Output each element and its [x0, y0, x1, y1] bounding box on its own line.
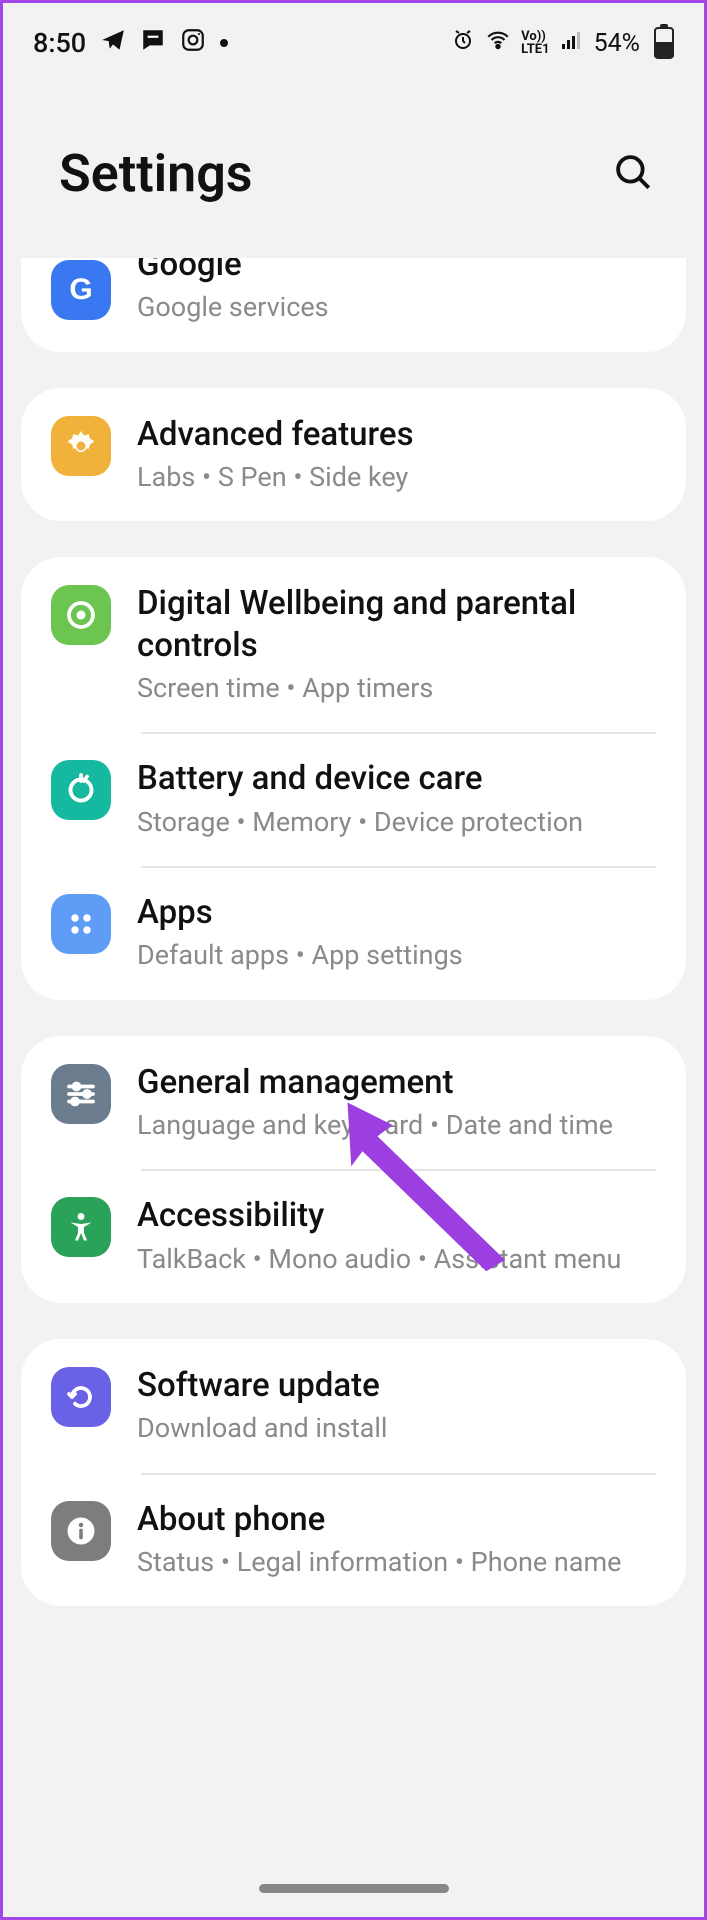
item-advanced-features[interactable]: Advanced features Labs • S Pen • Side ke…: [21, 388, 686, 522]
accessibility-icon: [51, 1197, 111, 1257]
item-subtitle: Download and install: [137, 1410, 646, 1446]
apps-icon: [51, 894, 111, 954]
volte-icon: Vo))LTE1: [521, 30, 549, 56]
item-title: Software update: [137, 1365, 646, 1406]
item-digital-wellbeing[interactable]: Digital Wellbeing and parental controls …: [21, 557, 686, 732]
group-about: Software update Download and install Abo…: [21, 1339, 686, 1606]
item-software-update[interactable]: Software update Download and install: [21, 1339, 686, 1473]
item-title: Accessibility: [137, 1195, 646, 1236]
group-device: Digital Wellbeing and parental controls …: [21, 557, 686, 999]
search-icon[interactable]: [612, 151, 654, 197]
alarm-icon: [451, 28, 475, 59]
item-title: Apps: [137, 892, 646, 933]
item-subtitle: Status • Legal information • Phone name: [137, 1544, 646, 1580]
telegram-icon: [100, 27, 126, 60]
battery-percent: 54%: [594, 29, 640, 58]
item-battery-care[interactable]: Battery and device care Storage • Memory…: [21, 732, 686, 866]
item-title: Digital Wellbeing and parental controls: [137, 583, 646, 666]
item-subtitle: Screen time • App timers: [137, 670, 646, 706]
item-apps[interactable]: Apps Default apps • App settings: [21, 866, 686, 1000]
more-dot-icon: [220, 39, 228, 47]
item-general-management[interactable]: General management Language and keyboard…: [21, 1036, 686, 1170]
cog-icon: [51, 416, 111, 476]
item-subtitle: Storage • Memory • Device protection: [137, 804, 646, 840]
item-title: Battery and device care: [137, 758, 646, 799]
status-time: 8:50: [33, 27, 86, 59]
signal-icon: [560, 28, 584, 59]
item-subtitle: Language and keyboard • Date and time: [137, 1107, 646, 1143]
svg-text:G: G: [69, 273, 92, 306]
settings-list[interactable]: G Google Google services Advanced featur…: [3, 258, 704, 1706]
item-about-phone[interactable]: About phone Status • Legal information •…: [21, 1473, 686, 1607]
item-title: Google: [137, 258, 646, 285]
item-title: About phone: [137, 1499, 646, 1540]
instagram-icon: [180, 27, 206, 60]
item-google[interactable]: G Google Google services: [21, 258, 686, 352]
page-title: Settings: [59, 143, 253, 204]
item-accessibility[interactable]: Accessibility TalkBack • Mono audio • As…: [21, 1169, 686, 1303]
google-icon: G: [51, 260, 111, 320]
group-advanced: Advanced features Labs • S Pen • Side ke…: [21, 388, 686, 522]
item-subtitle: TalkBack • Mono audio • Assistant menu: [137, 1241, 646, 1277]
item-subtitle: Default apps • App settings: [137, 937, 646, 973]
battery-icon: [654, 27, 674, 59]
item-title: General management: [137, 1062, 646, 1103]
item-subtitle: Google services: [137, 289, 646, 325]
item-subtitle: Labs • S Pen • Side key: [137, 459, 646, 495]
header: Settings: [3, 73, 704, 264]
nav-handle[interactable]: [259, 1884, 449, 1893]
status-right: Vo))LTE1 54%: [451, 27, 674, 60]
chat-icon: [140, 27, 166, 60]
device-care-icon: [51, 760, 111, 820]
wifi-icon: [485, 27, 511, 60]
group-google: G Google Google services: [21, 258, 686, 352]
item-title: Advanced features: [137, 414, 646, 455]
info-icon: [51, 1501, 111, 1561]
wellbeing-icon: [51, 585, 111, 645]
status-bar: 8:50 Vo))LTE1 54%: [3, 3, 704, 73]
update-icon: [51, 1367, 111, 1427]
status-left: 8:50: [33, 27, 228, 60]
group-system: General management Language and keyboard…: [21, 1036, 686, 1303]
sliders-icon: [51, 1064, 111, 1124]
